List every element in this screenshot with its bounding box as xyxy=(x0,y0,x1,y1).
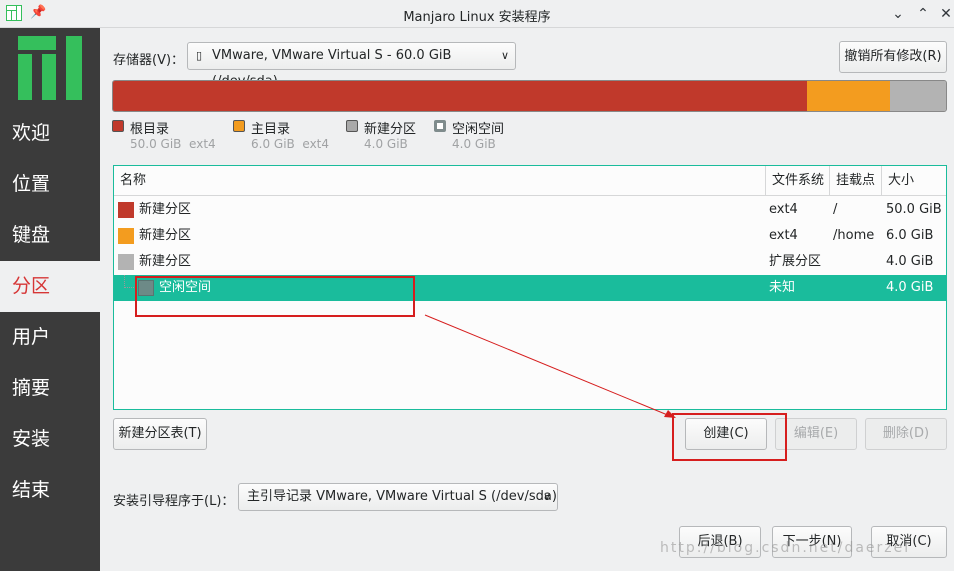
row-filesystem: ext4 xyxy=(769,202,798,217)
storage-label: 存储器(V)： xyxy=(113,53,185,68)
title-bar: 📌 Manjaro Linux 安装程序 ⌄ ⌃ ✕ xyxy=(0,0,954,28)
sidebar-item-summary: 摘要 xyxy=(12,377,51,399)
partition-color-swatch xyxy=(118,228,134,244)
maximize-button[interactable]: ⌃ xyxy=(913,4,933,24)
legend-size: 4.0 GiB xyxy=(364,137,408,151)
sidebar-item-users: 用户 xyxy=(12,326,51,348)
partition-bar-segment-home xyxy=(807,81,891,111)
legend-name: 根目录 xyxy=(130,122,170,137)
edit-button[interactable]: 编辑(E) xyxy=(775,418,857,450)
annotation-highlight-free-space xyxy=(135,276,415,317)
row-filesystem: ext4 xyxy=(769,228,798,243)
partition-bar-segment-root xyxy=(113,81,808,111)
minimize-button[interactable]: ⌄ xyxy=(888,4,908,24)
drive-icon: ▯ xyxy=(196,49,203,62)
row-size: 4.0 GiB xyxy=(886,280,934,295)
table-header: 名称 文件系统 挂载点 大小 xyxy=(114,166,946,196)
sidebar-item-partitions: 分区 xyxy=(0,261,100,312)
sidebar-item-welcome: 欢迎 xyxy=(12,122,51,144)
row-mountpoint: /home xyxy=(833,228,875,243)
legend-size: 4.0 GiB xyxy=(452,137,496,151)
new-partition-table-button[interactable]: 新建分区表(T) xyxy=(113,418,207,450)
partition-color-swatch xyxy=(118,254,134,270)
close-button[interactable]: ✕ xyxy=(936,4,954,24)
table-row[interactable]: 新建分区 扩展分区 4.0 GiB xyxy=(114,249,946,275)
column-header-size[interactable]: 大小 xyxy=(882,166,946,196)
bootloader-label: 安装引导程序于(L)： xyxy=(113,494,235,509)
column-header-filesystem[interactable]: 文件系统 xyxy=(766,166,830,196)
sidebar-item-location: 位置 xyxy=(12,173,51,195)
sidebar-item-install: 安装 xyxy=(12,428,51,450)
column-header-name[interactable]: 名称 xyxy=(114,166,766,196)
legend-size: 6.0 GiB ext4 xyxy=(251,137,330,151)
row-name: 新建分区 xyxy=(139,202,192,217)
row-filesystem: 扩展分区 xyxy=(769,254,822,269)
partition-color-swatch xyxy=(118,202,134,218)
sidebar: 欢迎 位置 键盘 分区 用户 摘要 安装 结束 xyxy=(0,28,100,571)
annotation-highlight-create xyxy=(672,413,787,461)
chevron-down-icon: ∨ xyxy=(500,49,509,62)
row-size: 50.0 GiB xyxy=(886,202,942,217)
revert-all-changes-button[interactable]: 撤销所有修改(R) xyxy=(839,41,947,73)
legend-name: 新建分区 xyxy=(364,122,417,137)
partition-bar xyxy=(112,80,947,112)
column-header-mountpoint[interactable]: 挂载点 xyxy=(830,166,882,196)
table-row[interactable]: 新建分区 ext4 / 50.0 GiB xyxy=(114,197,946,223)
row-size: 4.0 GiB xyxy=(886,254,934,269)
bootloader-select[interactable]: 主引导记录 VMware, VMware Virtual S (/dev/sda… xyxy=(238,483,558,511)
legend-swatch xyxy=(434,120,446,132)
legend-name: 空闲空间 xyxy=(452,122,505,137)
chevron-down-icon: ∨ xyxy=(542,490,551,503)
watermark-text: http://blog.csdn.net/daerzei xyxy=(660,540,911,556)
row-name: 新建分区 xyxy=(139,228,192,243)
sidebar-item-keyboard: 键盘 xyxy=(12,224,51,246)
row-name: 新建分区 xyxy=(139,254,192,269)
legend-swatch xyxy=(346,120,358,132)
row-filesystem: 未知 xyxy=(769,280,796,295)
legend-swatch xyxy=(233,120,245,132)
bootloader-value: 主引导记录 VMware, VMware Virtual S (/dev/sda… xyxy=(247,489,557,504)
partition-bar-segment-extended xyxy=(890,81,946,111)
legend-swatch xyxy=(112,120,124,132)
manjaro-logo xyxy=(18,36,82,100)
row-size: 6.0 GiB xyxy=(886,228,934,243)
legend-size: 50.0 GiB ext4 xyxy=(130,137,216,151)
sidebar-item-finish: 结束 xyxy=(12,479,51,501)
delete-button[interactable]: 删除(D) xyxy=(865,418,947,450)
window-title: Manjaro Linux 安装程序 xyxy=(403,10,551,25)
legend-name: 主目录 xyxy=(251,122,291,137)
row-mountpoint: / xyxy=(833,202,838,217)
storage-device-select[interactable]: ▯ VMware, VMware Virtual S - 60.0 GiB (/… xyxy=(187,42,516,89)
table-row[interactable]: 新建分区 ext4 /home 6.0 GiB xyxy=(114,223,946,249)
